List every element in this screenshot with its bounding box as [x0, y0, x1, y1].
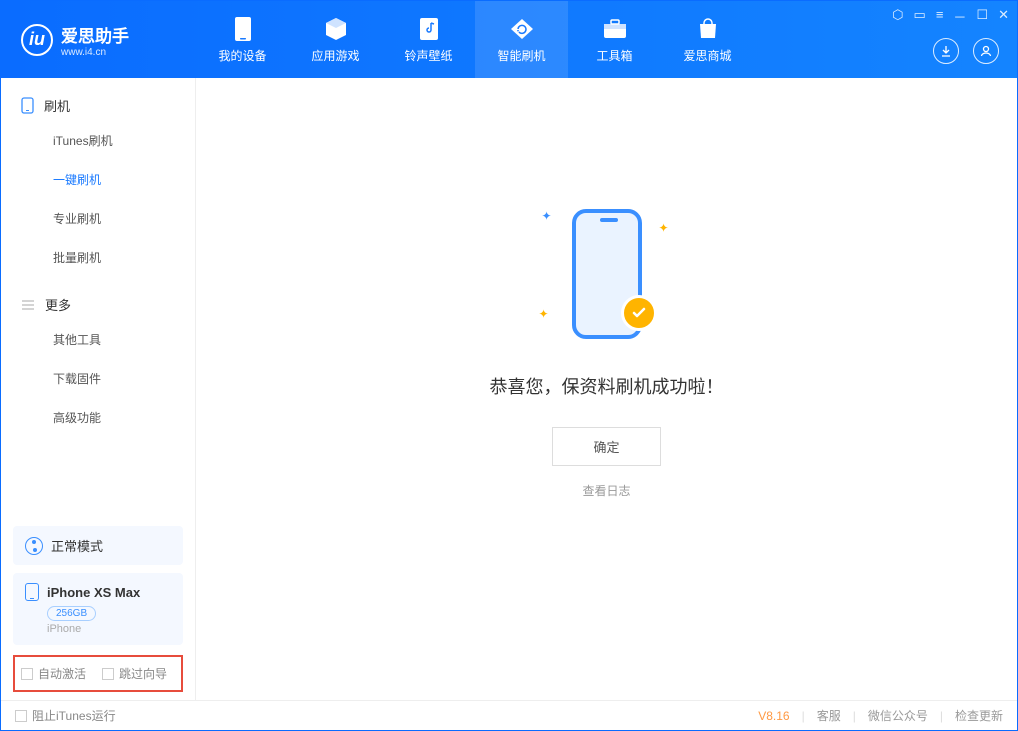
logo-text: 爱思助手 www.i4.cn [61, 22, 129, 58]
section-header-flash: 刷机 [1, 96, 195, 115]
app-url: www.i4.cn [61, 47, 129, 58]
phone-icon [25, 583, 39, 601]
sidebar-section-more: 更多 其他工具 下载固件 高级功能 [1, 277, 195, 437]
checkbox-auto-activate[interactable]: 自动激活 [21, 665, 86, 682]
view-log-link[interactable]: 查看日志 [582, 482, 630, 499]
sidebar-item-batch-flash[interactable]: 批量刷机 [1, 238, 195, 277]
phone-outline-icon [21, 97, 34, 114]
logo-area: iu 爱思助手 www.i4.cn [1, 22, 196, 58]
sparkle-icon: ✦ [658, 221, 668, 235]
success-illustration: ✦ ✦ ✦ [517, 199, 697, 349]
device-card[interactable]: iPhone XS Max 256GB iPhone [13, 573, 183, 645]
nav-label: 爱思商城 [683, 47, 731, 64]
sidebar-item-one-click-flash[interactable]: 一键刷机 [1, 160, 195, 199]
checkbox-label: 跳过向导 [119, 665, 167, 682]
device-type: iPhone [47, 623, 171, 635]
section-header-more: 更多 [1, 295, 195, 314]
app-name: 爱思助手 [61, 22, 129, 47]
checkbox-label: 阻止iTunes运行 [32, 707, 116, 724]
checkbox-icon [102, 668, 114, 680]
section-title: 更多 [45, 295, 71, 314]
sidebar-item-download-firmware[interactable]: 下载固件 [1, 359, 195, 398]
app-header: iu 爱思助手 www.i4.cn 我的设备 应用游戏 铃声壁纸 [1, 1, 1017, 78]
list-icon [21, 299, 35, 311]
footer-right: V8.16 | 客服 | 微信公众号 | 检查更新 [758, 707, 1003, 724]
status-bar: 阻止iTunes运行 V8.16 | 客服 | 微信公众号 | 检查更新 [1, 700, 1017, 730]
footer-left: 阻止iTunes运行 [15, 707, 116, 724]
nav-toolbox[interactable]: 工具箱 [568, 1, 661, 78]
checkbox-label: 自动激活 [38, 665, 86, 682]
device-icon [230, 16, 256, 42]
checkmark-badge-icon [621, 295, 657, 331]
main-nav: 我的设备 应用游戏 铃声壁纸 智能刷机 工具箱 [196, 1, 754, 78]
support-link[interactable]: 客服 [817, 707, 841, 724]
flash-options-row: 自动激活 跳过向导 [13, 655, 183, 692]
menu-icon[interactable]: ≡ [936, 7, 944, 26]
minimize-button[interactable]: － [953, 7, 966, 26]
checkbox-skip-guide[interactable]: 跳过向导 [102, 665, 167, 682]
separator: | [853, 709, 856, 723]
section-title: 刷机 [44, 96, 70, 115]
refresh-icon [509, 16, 535, 42]
bag-icon [695, 16, 721, 42]
body-area: 刷机 iTunes刷机 一键刷机 专业刷机 批量刷机 更多 其他工具 下载固件 … [1, 78, 1017, 700]
device-name: iPhone XS Max [47, 585, 140, 600]
sidebar-bottom: 正常模式 iPhone XS Max 256GB iPhone 自动激活 跳过向… [1, 518, 195, 700]
sidebar-item-itunes-flash[interactable]: iTunes刷机 [1, 121, 195, 160]
version-label: V8.16 [758, 709, 789, 723]
checkbox-block-itunes[interactable]: 阻止iTunes运行 [15, 707, 116, 724]
success-message: 恭喜您，保资料刷机成功啦！ [490, 373, 724, 399]
checkbox-icon [15, 710, 27, 722]
separator: | [940, 709, 943, 723]
nav-label: 应用游戏 [311, 47, 359, 64]
main-content: ✦ ✦ ✦ 恭喜您，保资料刷机成功啦！ 确定 查看日志 [196, 78, 1017, 700]
nav-label: 铃声壁纸 [404, 47, 452, 64]
sidebar-section-flash: 刷机 iTunes刷机 一键刷机 专业刷机 批量刷机 [1, 78, 195, 277]
device-name-row: iPhone XS Max [25, 583, 171, 601]
maximize-button[interactable]: ☐ [976, 7, 988, 26]
header-action-icons [933, 38, 999, 64]
user-icon[interactable] [973, 38, 999, 64]
mode-icon [25, 537, 43, 555]
nav-apps-games[interactable]: 应用游戏 [289, 1, 382, 78]
sparkle-icon: ✦ [542, 209, 552, 223]
sidebar-item-pro-flash[interactable]: 专业刷机 [1, 199, 195, 238]
storage-badge: 256GB [47, 606, 96, 621]
nav-smart-flash[interactable]: 智能刷机 [475, 1, 568, 78]
check-update-link[interactable]: 检查更新 [955, 707, 1003, 724]
sidebar-item-other-tools[interactable]: 其他工具 [1, 320, 195, 359]
music-icon [416, 16, 442, 42]
window-controls: ⬡ ▭ ≡ － ☐ ✕ [892, 7, 1009, 26]
sidebar-item-advanced[interactable]: 高级功能 [1, 398, 195, 437]
nav-ringtones-wallpapers[interactable]: 铃声壁纸 [382, 1, 475, 78]
ok-button[interactable]: 确定 [552, 427, 660, 466]
nav-label: 工具箱 [596, 47, 632, 64]
logo-icon: iu [21, 24, 53, 56]
sparkle-icon: ✦ [539, 307, 549, 321]
checkbox-icon [21, 668, 33, 680]
cube-icon [323, 16, 349, 42]
settings-icon[interactable]: ▭ [914, 7, 926, 26]
close-button[interactable]: ✕ [998, 7, 1009, 26]
mode-label: 正常模式 [51, 536, 103, 555]
nav-my-device[interactable]: 我的设备 [196, 1, 289, 78]
nav-store[interactable]: 爱思商城 [661, 1, 754, 78]
download-icon[interactable] [933, 38, 959, 64]
toolbox-icon [602, 16, 628, 42]
nav-label: 智能刷机 [497, 47, 545, 64]
nav-label: 我的设备 [218, 47, 266, 64]
mode-card[interactable]: 正常模式 [13, 526, 183, 565]
separator: | [802, 709, 805, 723]
sidebar: 刷机 iTunes刷机 一键刷机 专业刷机 批量刷机 更多 其他工具 下载固件 … [1, 78, 196, 700]
wechat-link[interactable]: 微信公众号 [868, 707, 928, 724]
shirt-icon[interactable]: ⬡ [892, 7, 903, 26]
